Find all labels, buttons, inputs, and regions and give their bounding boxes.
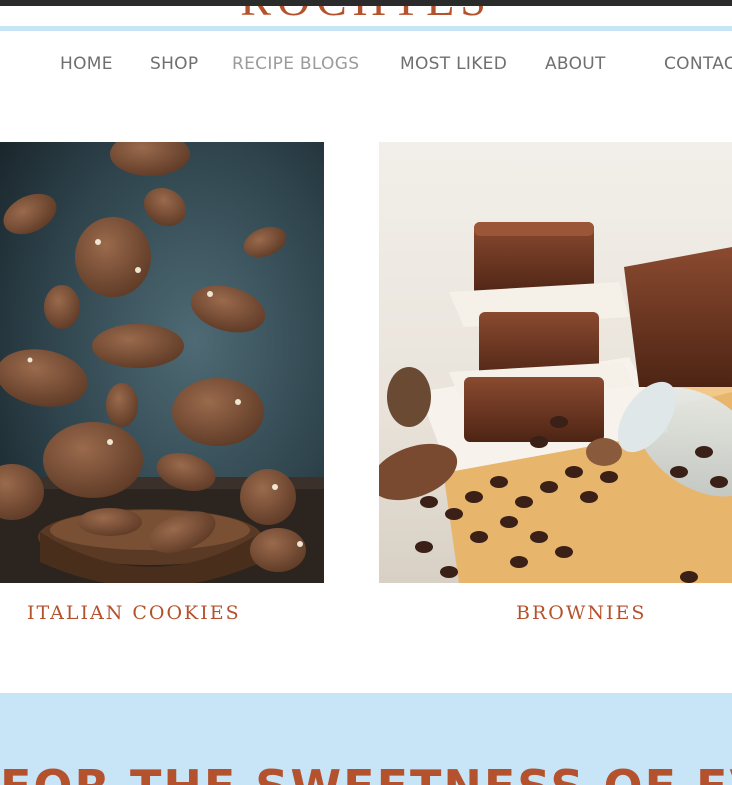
italian-cookies-image[interactable]: [0, 142, 324, 583]
recipe-title-italian-cookies[interactable]: ITALIAN COOKIES: [27, 602, 241, 624]
main-nav: HOME SHOP RECIPE BLOGS MOST LIKED ABOUT …: [0, 54, 732, 80]
banner-headline: FOR THE SWEETNESS OF EVERY: [0, 764, 732, 785]
site-brand-logo[interactable]: ROCHTES: [0, 6, 732, 18]
nav-recipe-blogs[interactable]: RECIPE BLOGS: [232, 54, 359, 74]
recipe-title-brownies[interactable]: BROWNIES: [516, 602, 646, 624]
brand-clip: ROCHTES: [0, 6, 732, 18]
brownies-image[interactable]: [379, 142, 732, 583]
promo-banner: FOR THE SWEETNESS OF EVERY: [0, 693, 732, 785]
nav-most-liked[interactable]: MOST LIKED: [400, 54, 507, 74]
cookies-photo: [0, 142, 324, 583]
nav-about[interactable]: ABOUT: [545, 54, 606, 74]
nav-home[interactable]: HOME: [60, 54, 113, 74]
header-divider: [0, 26, 732, 31]
brownies-photo: [379, 142, 732, 583]
nav-shop[interactable]: SHOP: [150, 54, 198, 74]
nav-contact[interactable]: CONTACT: [664, 54, 732, 74]
